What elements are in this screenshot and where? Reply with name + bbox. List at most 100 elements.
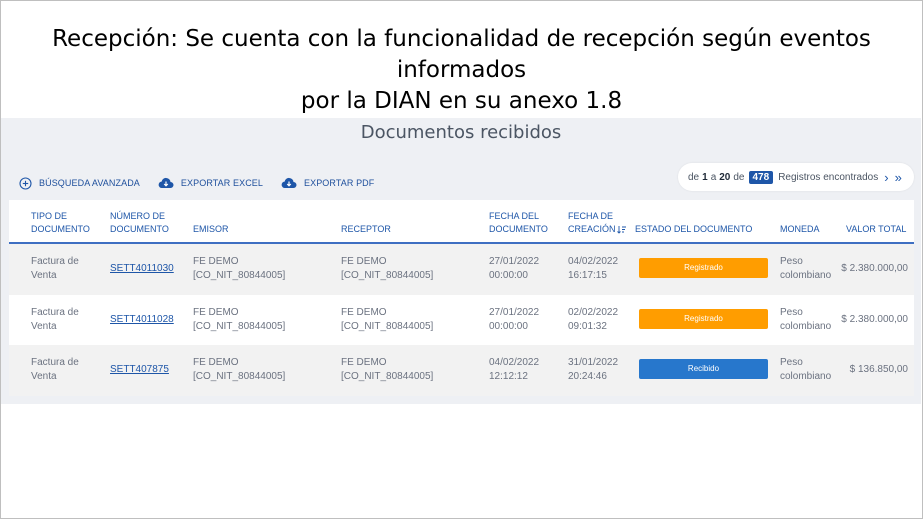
cell-moneda: Peso colombiano bbox=[780, 356, 831, 384]
cell-emisor-line-1: FE DEMO bbox=[193, 256, 239, 267]
header-receptor[interactable]: RECEPTOR bbox=[341, 223, 391, 236]
cell-emisor: FE DEMO [CO_NIT_80844005] bbox=[193, 306, 285, 334]
cell-moneda: Peso colombiano bbox=[780, 255, 831, 283]
chevron-right-icon[interactable]: › bbox=[884, 170, 888, 185]
cloud-download-icon bbox=[281, 177, 297, 189]
cell-fecha-creacion: 31/01/2022 20:24:46 bbox=[568, 356, 618, 384]
cell-receptor: FE DEMO [CO_NIT_80844005] bbox=[341, 356, 433, 384]
sort-icon[interactable] bbox=[616, 225, 626, 234]
pagination: de 1 a 20 de 478 Registros encontrados ›… bbox=[678, 163, 914, 191]
pager-to: 20 bbox=[719, 171, 731, 183]
header-tipo-line-2: DOCUMENTO bbox=[31, 224, 90, 234]
cell-fecha-cre-line-2: 16:17:15 bbox=[568, 270, 607, 281]
page-title: Documentos recibidos bbox=[360, 122, 562, 143]
cell-fecha-cre-line-1: 02/02/2022 bbox=[568, 306, 619, 318]
cell-fecha-cre-line-1: 31/01/2022 bbox=[568, 357, 619, 368]
header-numero[interactable]: NÚMERO DE DOCUMENTO bbox=[110, 210, 169, 236]
table-row[interactable]: Factura de Venta SETT4011030 FE DEMO [CO… bbox=[9, 244, 914, 295]
cell-moneda-line-1: Peso bbox=[780, 306, 803, 318]
document-number-link[interactable]: SETT407875 bbox=[110, 363, 169, 377]
cell-fecha-doc-line-2: 00:00:00 bbox=[489, 320, 528, 332]
cell-fecha-documento: 27/01/2022 00:00:00 bbox=[489, 255, 539, 283]
cell-emisor-line-2: [CO_NIT_80844005] bbox=[193, 270, 286, 281]
status-badge: Recibido bbox=[639, 359, 768, 379]
header-fecha-cre-line-1: FECHA DE bbox=[568, 211, 614, 221]
cell-emisor-line-2: [CO_NIT_80844005] bbox=[193, 371, 286, 382]
pager-from: 1 bbox=[702, 171, 708, 183]
cell-fecha-documento: 27/01/2022 00:00:00 bbox=[489, 306, 539, 334]
cell-receptor-line-2: [CO_NIT_80844005] bbox=[341, 371, 434, 382]
cell-valor: $ 2.380.000,00 bbox=[841, 263, 908, 274]
pager-sep: a bbox=[710, 171, 717, 183]
cell-moneda-line-2: colombiano bbox=[780, 270, 832, 281]
cell-moneda-line-1: Peso bbox=[780, 357, 803, 368]
cell-receptor: FE DEMO [CO_NIT_80844005] bbox=[341, 306, 433, 334]
plus-circle-icon bbox=[19, 176, 32, 190]
header-valor[interactable]: VALOR TOTAL bbox=[846, 223, 906, 236]
cell-fecha-creacion: 02/02/2022 09:01:32 bbox=[568, 306, 618, 334]
table-row[interactable]: Factura de Venta SETT4011028 FE DEMO [CO… bbox=[9, 294, 914, 345]
cell-valor: $ 136.850,00 bbox=[849, 364, 908, 375]
header-fecha-doc-line-2: DOCUMENTO bbox=[489, 224, 548, 234]
cell-receptor-line-1: FE DEMO bbox=[341, 357, 387, 368]
cell-fecha-doc-line-2: 12:12:12 bbox=[489, 371, 528, 382]
double-chevron-right-icon[interactable]: » bbox=[895, 170, 902, 185]
cell-receptor-line-2: [CO_NIT_80844005] bbox=[341, 320, 434, 332]
header-fecha-documento[interactable]: FECHA DEL DOCUMENTO bbox=[489, 210, 548, 236]
cell-receptor-line-1: FE DEMO bbox=[341, 256, 387, 267]
cell-fecha-cre-line-1: 04/02/2022 bbox=[568, 256, 619, 267]
advanced-search-button[interactable]: BÚSQUEDA AVANZADA bbox=[19, 176, 140, 190]
export-excel-button[interactable]: EXPORTAR EXCEL bbox=[158, 177, 263, 189]
cell-tipo-line-2: Venta bbox=[31, 270, 57, 281]
header-estado[interactable]: ESTADO DEL DOCUMENTO bbox=[635, 223, 752, 236]
cell-tipo-line-1: Factura de bbox=[31, 306, 79, 318]
export-excel-label: EXPORTAR EXCEL bbox=[180, 178, 263, 188]
status-badge: Registrado bbox=[639, 308, 768, 329]
cell-receptor: FE DEMO [CO_NIT_80844005] bbox=[341, 255, 433, 283]
slide-title-line-1: Recepción: Se cuenta con la funcionalida… bbox=[52, 26, 871, 83]
records-count-badge: 478 bbox=[748, 170, 774, 184]
header-moneda[interactable]: MONEDA bbox=[780, 223, 820, 236]
header-tipo[interactable]: TIPO DE DOCUMENTO bbox=[31, 210, 90, 236]
header-fecha-creacion[interactable]: FECHA DE CREACIÓN bbox=[568, 210, 626, 236]
cell-moneda: Peso colombiano bbox=[780, 306, 831, 334]
cell-tipo: Factura de Venta bbox=[31, 255, 79, 283]
cell-fecha-doc-line-1: 04/02/2022 bbox=[489, 357, 540, 368]
cell-fecha-documento: 04/02/2022 12:12:12 bbox=[489, 356, 539, 384]
cloud-download-icon bbox=[158, 177, 174, 189]
table-header: TIPO DE DOCUMENTO NÚMERO DE DOCUMENTO EM… bbox=[9, 200, 914, 244]
document-number-link[interactable]: SETT4011028 bbox=[110, 313, 174, 327]
header-tipo-line-1: TIPO DE bbox=[31, 211, 68, 221]
slide-title-line-2: por la DIAN en su anexo 1.8 bbox=[300, 88, 623, 114]
cell-emisor-line-1: FE DEMO bbox=[193, 357, 239, 368]
table-row[interactable]: Factura de Venta SETT407875 FE DEMO [CO_… bbox=[9, 345, 914, 396]
cell-emisor: FE DEMO [CO_NIT_80844005] bbox=[193, 356, 285, 384]
cell-fecha-cre-line-2: 20:24:46 bbox=[568, 371, 607, 382]
cell-fecha-doc-line-2: 00:00:00 bbox=[489, 270, 528, 281]
slide-title: Recepción: Se cuenta con la funcionalida… bbox=[0, 24, 923, 117]
toolbar: BÚSQUEDA AVANZADA EXPORTAR EXCEL EXPORTA… bbox=[19, 175, 392, 191]
export-pdf-button[interactable]: EXPORTAR PDF bbox=[281, 177, 374, 189]
cell-tipo-line-2: Venta bbox=[31, 371, 57, 382]
cell-tipo-line-2: Venta bbox=[31, 320, 57, 332]
header-fecha-doc-line-1: FECHA DEL bbox=[489, 211, 540, 221]
cell-moneda-line-2: colombiano bbox=[780, 320, 832, 332]
cell-fecha-doc-line-1: 27/01/2022 bbox=[489, 306, 540, 318]
cell-receptor-line-1: FE DEMO bbox=[341, 306, 387, 318]
header-numero-line-1: NÚMERO DE bbox=[110, 211, 166, 221]
header-fecha-cre-line-2-wrap: CREACIÓN bbox=[568, 223, 626, 236]
cell-moneda-line-1: Peso bbox=[780, 256, 803, 267]
header-emisor[interactable]: EMISOR bbox=[193, 223, 229, 236]
pager-of: de bbox=[733, 171, 745, 183]
cell-emisor-line-2: [CO_NIT_80844005] bbox=[193, 320, 286, 332]
status-badge: Registrado bbox=[639, 258, 768, 278]
cell-fecha-cre-line-2: 09:01:32 bbox=[568, 320, 607, 332]
header-numero-line-2: DOCUMENTO bbox=[110, 224, 169, 234]
document-number-link[interactable]: SETT4011030 bbox=[110, 262, 174, 276]
advanced-search-label: BÚSQUEDA AVANZADA bbox=[39, 178, 140, 188]
cell-tipo: Factura de Venta bbox=[31, 306, 79, 334]
cell-tipo-line-1: Factura de bbox=[31, 256, 79, 267]
cell-emisor: FE DEMO [CO_NIT_80844005] bbox=[193, 255, 285, 283]
cell-tipo-line-1: Factura de bbox=[31, 357, 79, 368]
cell-valor: $ 2.380.000,00 bbox=[841, 313, 908, 325]
